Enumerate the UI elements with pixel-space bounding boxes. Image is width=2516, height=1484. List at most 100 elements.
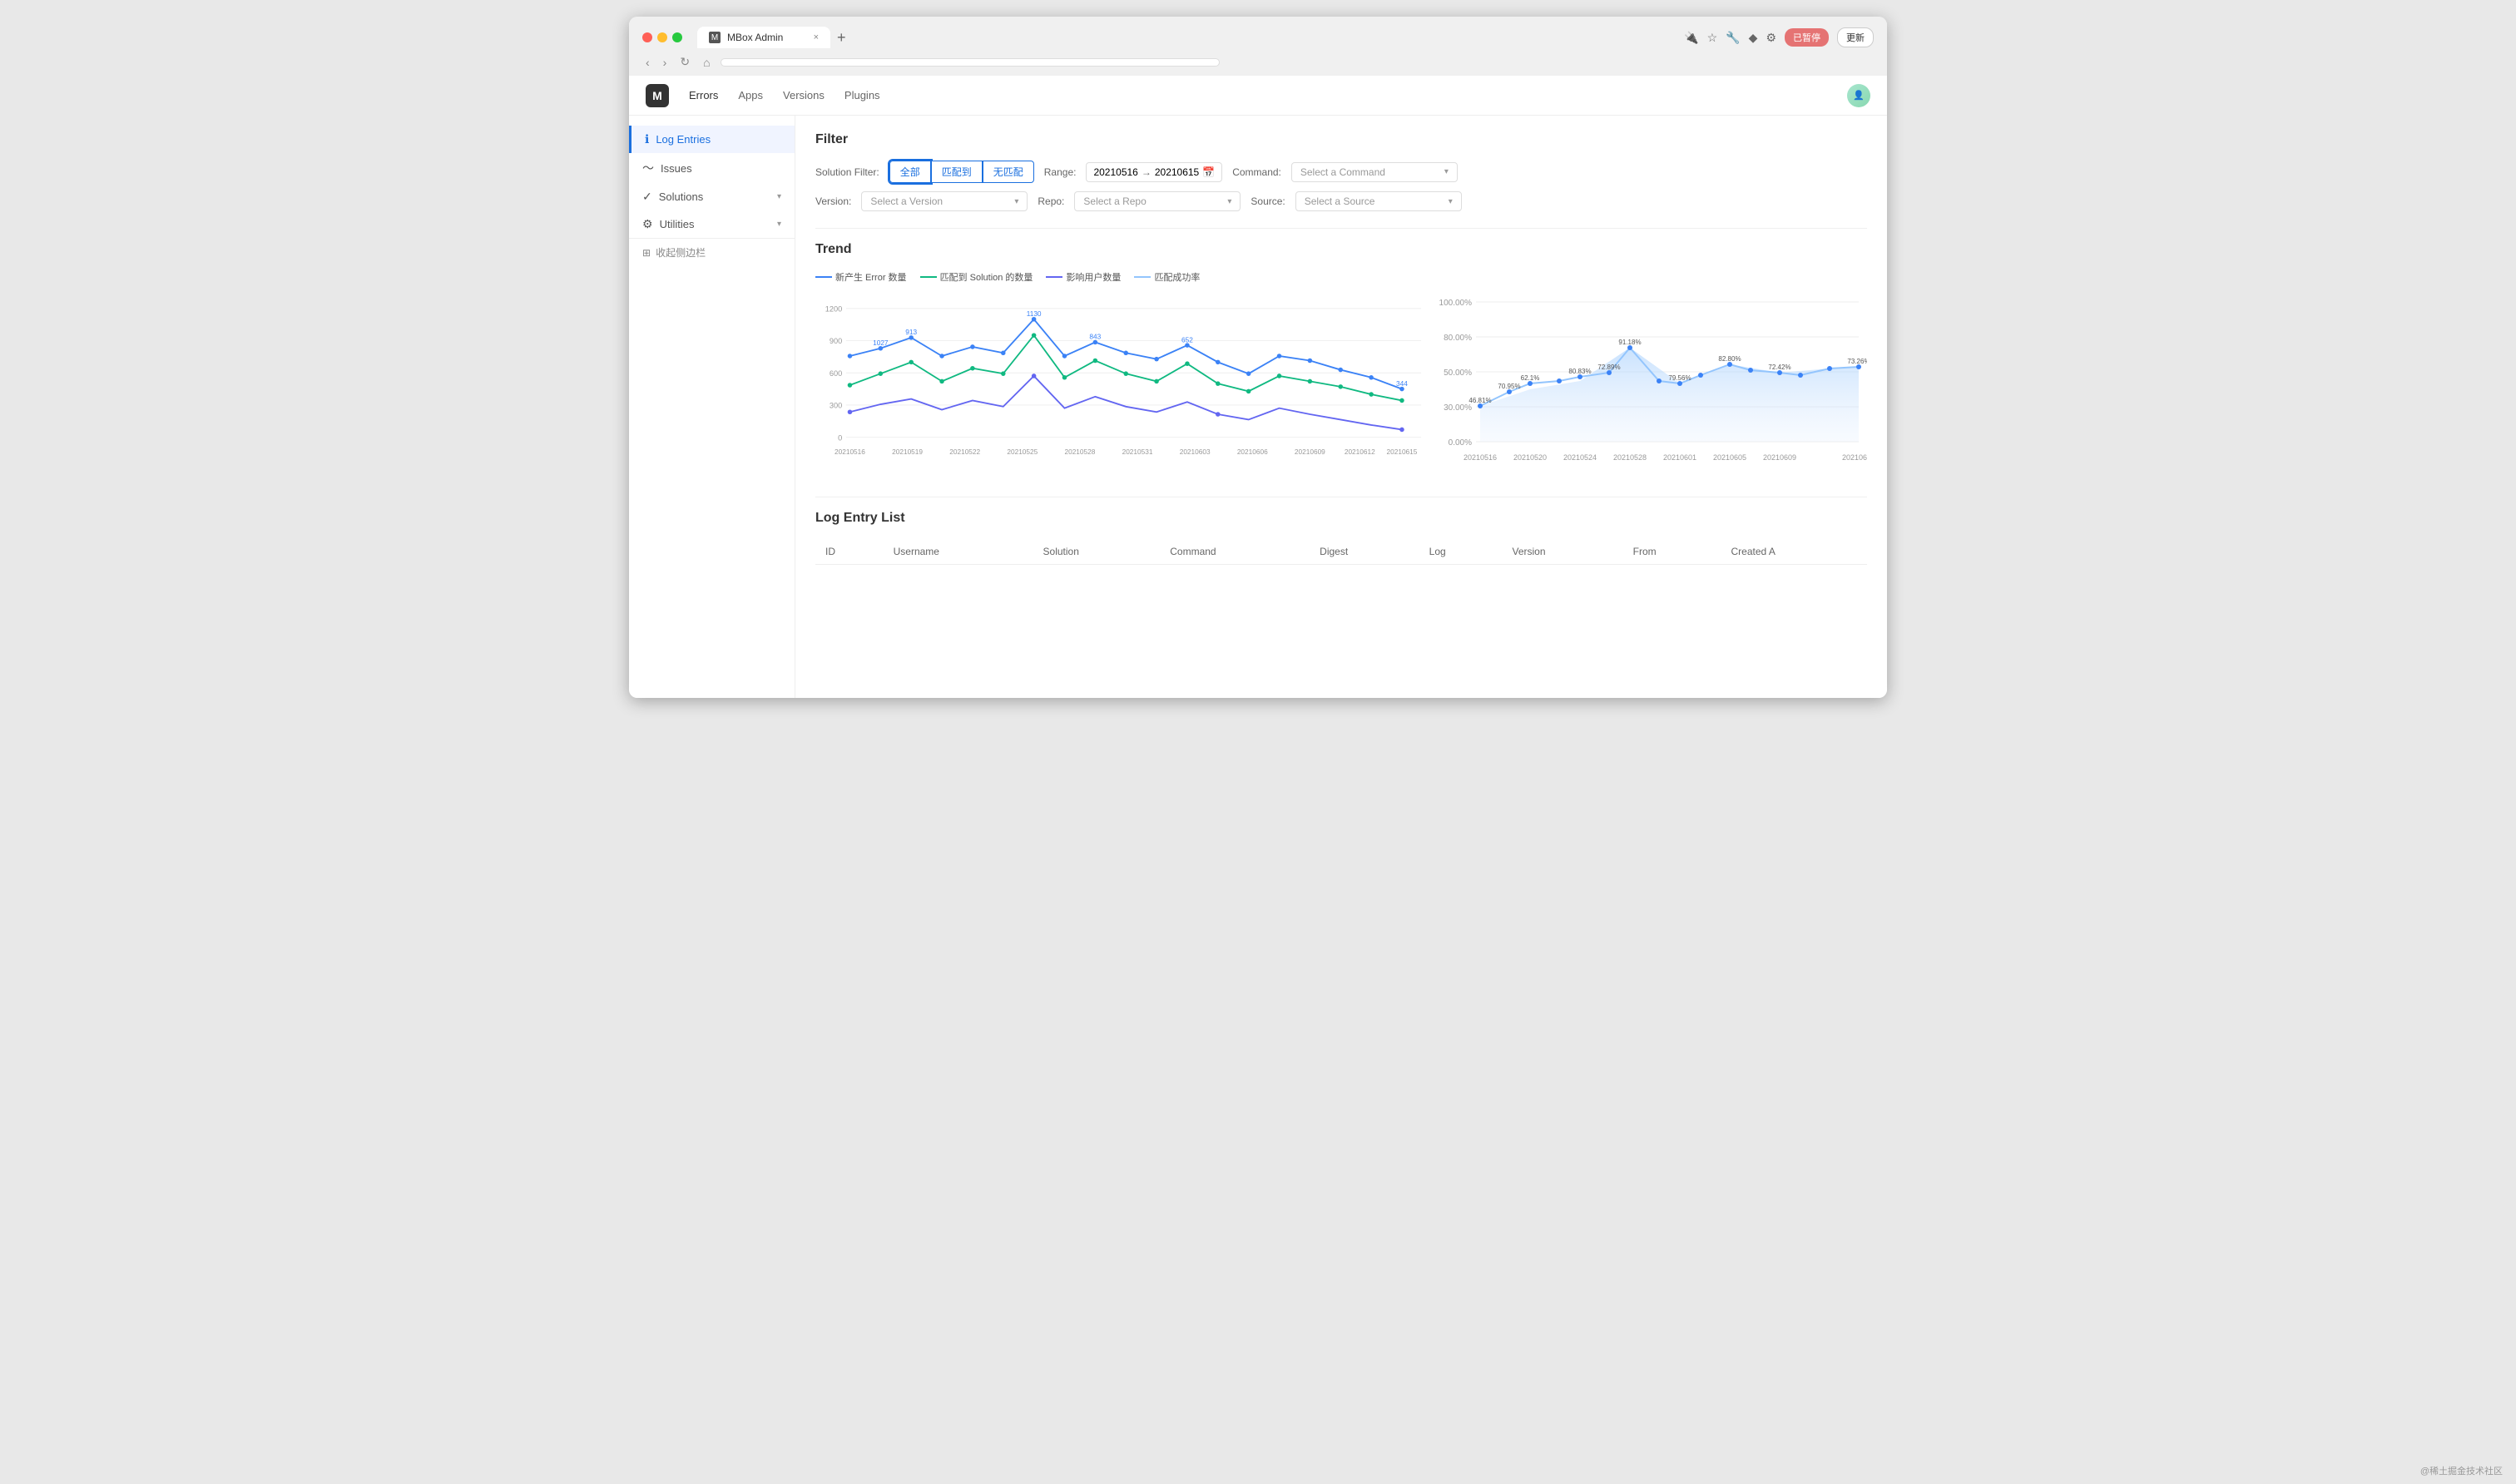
check-icon: ✓: [642, 190, 652, 204]
sidebar-item-utilities[interactable]: ⚙ Utilities ▾: [629, 210, 795, 238]
chevron-down-icon-utilities: ▾: [777, 220, 781, 229]
main-content: Filter Solution Filter: 全部 匹配到 无匹配 Range…: [795, 116, 1887, 698]
browser-tab[interactable]: M MBox Admin ×: [697, 27, 830, 48]
filter-row-1: Solution Filter: 全部 匹配到 无匹配 Range: 20210…: [815, 161, 1867, 183]
app-container: M Errors Apps Versions Plugins 👤 ℹ Log E…: [629, 76, 1887, 698]
version-select[interactable]: Select a Version ▾: [861, 191, 1028, 211]
info-icon: ℹ: [645, 132, 649, 146]
svg-text:1130: 1130: [1027, 309, 1042, 318]
forward-button[interactable]: ›: [660, 54, 671, 71]
collapse-sidebar-label: 收起侧边栏: [656, 245, 706, 260]
sidebar-item-label: Issues: [661, 162, 692, 175]
filter-matched-button[interactable]: 匹配到: [931, 161, 983, 183]
svg-text:20210601: 20210601: [1663, 453, 1696, 462]
svg-text:1200: 1200: [825, 305, 842, 314]
chevron-down-icon-command: ▾: [1444, 167, 1449, 176]
legend-error: 新产生 Error 数量: [815, 270, 907, 284]
svg-text:30.00%: 30.00%: [1444, 403, 1472, 413]
new-tab-button[interactable]: +: [830, 29, 853, 47]
svg-text:20210516: 20210516: [1464, 453, 1497, 462]
gear-icon: ⚙: [642, 217, 653, 231]
footer-text: @稀土掘金技术社区: [2420, 1464, 2503, 1477]
arrow-icon: →: [1142, 166, 1152, 178]
svg-text:652: 652: [1181, 335, 1193, 344]
maximize-button[interactable]: [672, 32, 682, 42]
svg-text:0.00%: 0.00%: [1449, 438, 1472, 448]
svg-text:1027: 1027: [873, 339, 889, 347]
col-id: ID: [815, 539, 884, 565]
col-created-at: Created A: [1721, 539, 1867, 565]
sidebar-item-label: Utilities: [660, 218, 695, 230]
range-label: Range:: [1044, 166, 1077, 178]
svg-text:20210615: 20210615: [1387, 448, 1418, 456]
collapse-sidebar-button[interactable]: ⊞ 收起侧边栏: [629, 238, 795, 266]
nav-apps[interactable]: Apps: [738, 86, 763, 105]
source-select[interactable]: Select a Source ▾: [1295, 191, 1462, 211]
svg-text:73.26%: 73.26%: [1847, 358, 1867, 365]
svg-text:913: 913: [905, 328, 917, 336]
command-placeholder: Select a Command: [1300, 166, 1385, 178]
nav-plugins[interactable]: Plugins: [844, 86, 880, 105]
app-header: M Errors Apps Versions Plugins 👤: [629, 76, 1887, 116]
diamond-icon[interactable]: ◆: [1749, 31, 1758, 45]
legend-rate: 匹配成功率: [1134, 270, 1200, 284]
sidebar-item-issues[interactable]: 〜 Issues: [629, 153, 795, 183]
filter-all-button[interactable]: 全部: [889, 161, 931, 183]
chevron-down-icon: ▾: [777, 192, 781, 201]
legend-line-lightblue: [1134, 276, 1151, 278]
sidebar-item-log-entries[interactable]: ℹ Log Entries: [629, 126, 795, 153]
svg-text:900: 900: [830, 337, 842, 345]
svg-text:0: 0: [838, 433, 842, 442]
update-button[interactable]: 更新: [1837, 27, 1874, 47]
command-select[interactable]: Select a Command ▾: [1291, 162, 1458, 182]
legend-users-label: 影响用户数量: [1066, 270, 1121, 284]
tab-close-button[interactable]: ×: [814, 32, 819, 42]
col-version: Version: [1502, 539, 1622, 565]
back-button[interactable]: ‹: [642, 54, 653, 71]
svg-text:20210516: 20210516: [835, 448, 865, 456]
wave-icon: 〜: [642, 160, 654, 176]
sidebar-item-solutions[interactable]: ✓ Solutions ▾: [629, 183, 795, 210]
minimize-button[interactable]: [657, 32, 667, 42]
sidebar-item-label: Solutions: [659, 190, 703, 203]
svg-text:20210531: 20210531: [1122, 448, 1153, 456]
trend-section: Trend 新产生 Error 数量 匹配到 Solution 的数量: [815, 242, 1867, 477]
col-command: Command: [1160, 539, 1310, 565]
col-solution: Solution: [1033, 539, 1161, 565]
nav-versions[interactable]: Versions: [783, 86, 825, 105]
settings-icon[interactable]: ⚙: [1766, 31, 1776, 45]
sidebar-collapse-icon: ⊞: [642, 247, 651, 259]
main-nav: Errors Apps Versions Plugins: [689, 86, 880, 105]
filter-row-2: Version: Select a Version ▾ Repo: Select…: [815, 191, 1867, 211]
home-button[interactable]: ⌂: [700, 54, 713, 71]
sidebar: ℹ Log Entries 〜 Issues ✓ Solutions ▾ ⚙ U…: [629, 116, 795, 698]
log-entry-title: Log Entry List: [815, 511, 1867, 526]
chevron-down-icon-repo: ▾: [1227, 197, 1231, 206]
svg-text:20210525: 20210525: [1007, 448, 1038, 456]
trend-legend: 新产生 Error 数量 匹配到 Solution 的数量 影响用户数量: [815, 270, 1867, 284]
repo-select[interactable]: Select a Repo ▾: [1074, 191, 1241, 211]
filter-unmatched-button[interactable]: 无匹配: [983, 161, 1034, 183]
paused-button[interactable]: 已暂停: [1785, 28, 1829, 47]
url-bar[interactable]: [721, 58, 1220, 67]
repo-label: Repo:: [1038, 195, 1064, 207]
puzzle-icon[interactable]: 🔧: [1726, 31, 1740, 45]
svg-text:20210606: 20210606: [1237, 448, 1268, 456]
repo-placeholder: Select a Repo: [1083, 195, 1146, 207]
version-label: Version:: [815, 195, 851, 207]
section-divider: [815, 228, 1867, 229]
svg-text:46.81%: 46.81%: [1468, 397, 1491, 404]
traffic-lights: [642, 32, 682, 42]
chevron-down-icon-source: ▾: [1449, 197, 1453, 206]
nav-errors[interactable]: Errors: [689, 86, 718, 105]
reload-button[interactable]: ↻: [676, 53, 693, 71]
svg-text:72.89%: 72.89%: [1597, 364, 1620, 371]
col-username: Username: [884, 539, 1033, 565]
tab-favicon: M: [709, 32, 721, 43]
star-icon[interactable]: ☆: [1707, 31, 1718, 45]
svg-text:20210520: 20210520: [1513, 453, 1547, 462]
close-button[interactable]: [642, 32, 652, 42]
date-end: 20210615: [1155, 166, 1199, 178]
legend-line-blue: [815, 276, 832, 278]
date-range-picker[interactable]: 20210516 → 20210615 📅: [1086, 162, 1222, 182]
